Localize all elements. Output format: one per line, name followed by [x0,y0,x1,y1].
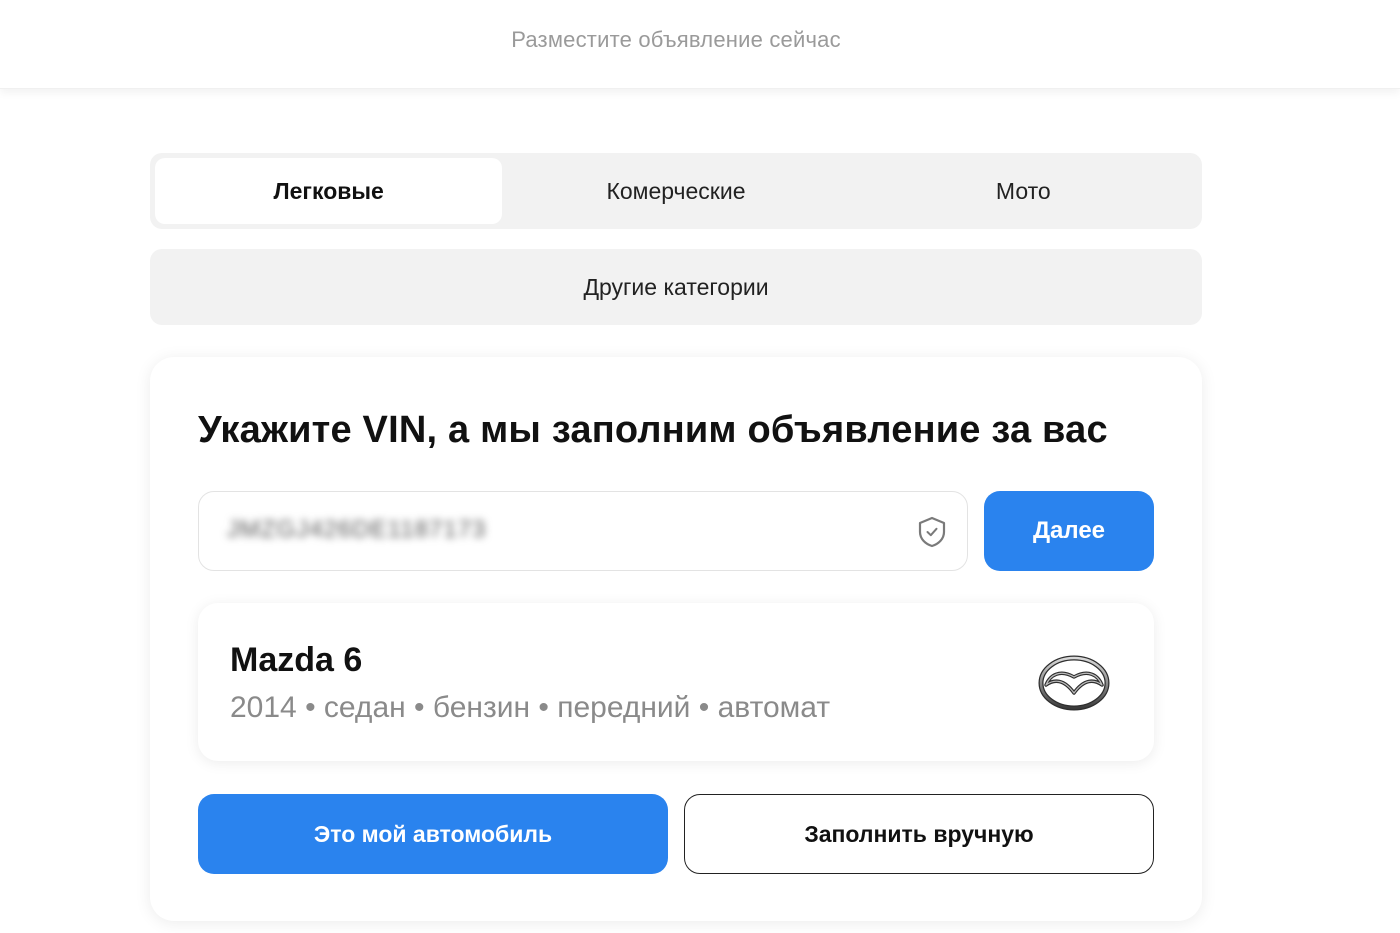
next-button[interactable]: Далее [984,491,1154,571]
page-subtitle: Разместите объявление сейчас [511,27,841,52]
car-model: Mazda 6 [230,641,363,679]
vin-card-title: Укажите VIN, а мы заполним объявление за… [198,409,1108,451]
fill-manually-button[interactable]: Заполнить вручную [684,794,1154,874]
shield-check-icon [918,516,946,548]
category-tabs: Легковые Комерческие Мото [150,153,1202,229]
car-result-card[interactable]: Mazda 6 2014 • седан • бензин • передний… [198,603,1154,761]
car-specs: 2014 • седан • бензин • передний • автом… [230,691,831,724]
tab-moto[interactable]: Мото [850,158,1197,224]
vin-input-value[interactable]: JMZGJ426DE1187173 [227,516,486,544]
other-categories-button[interactable]: Другие категории [150,249,1202,325]
tab-commercial[interactable]: Комерческие [502,158,849,224]
vin-card: Укажите VIN, а мы заполним объявление за… [150,357,1202,921]
vin-input[interactable]: JMZGJ426DE1187173 [198,491,968,571]
confirm-my-car-button[interactable]: Это мой автомобиль [198,794,668,874]
tab-passenger-cars[interactable]: Легковые [155,158,503,224]
top-bar: Разместите объявление сейчас [0,0,1400,89]
mazda-logo-icon [1038,655,1110,711]
